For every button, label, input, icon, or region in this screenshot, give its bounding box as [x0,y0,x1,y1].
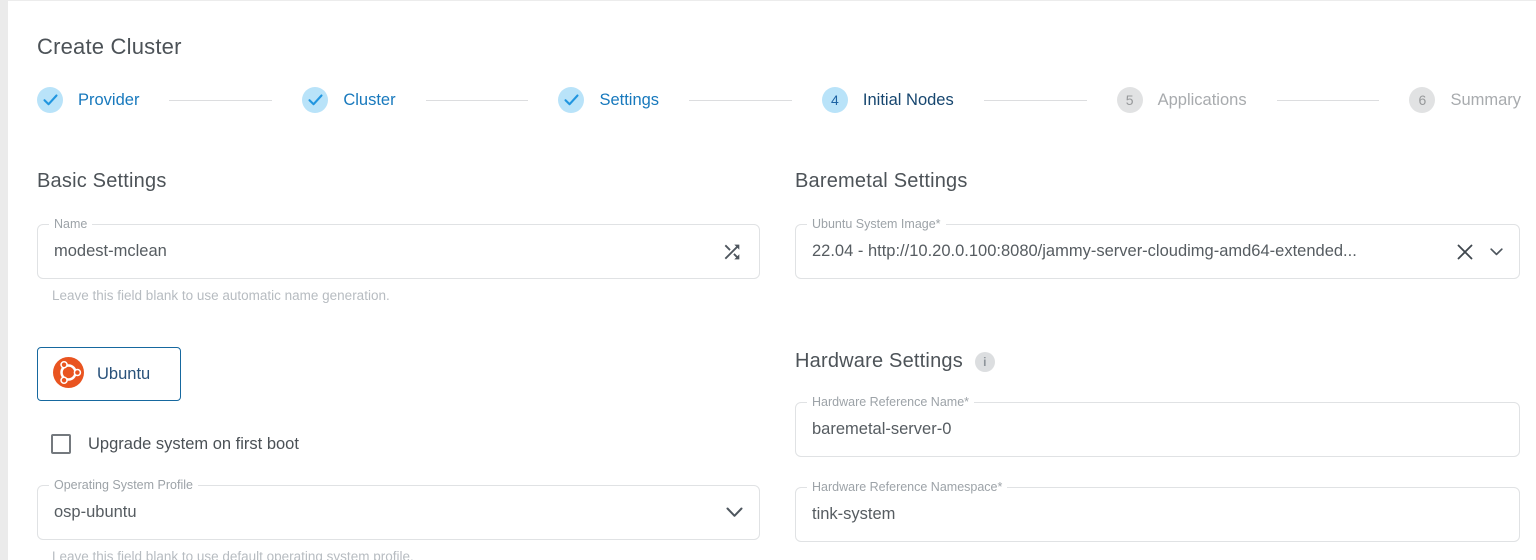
step-check-icon [37,87,63,113]
ubuntu-os-button-label: Ubuntu [97,365,150,384]
os-profile-label: Operating System Profile [49,478,198,492]
wizard-stepper: Provider Cluster Settings 4 Initial Node… [37,87,1521,113]
upgrade-checkbox[interactable] [51,434,71,454]
os-profile-helper: Leave this field blank to use default op… [52,549,760,560]
baremetal-settings-section: Baremetal Settings Ubuntu System Image* … [795,170,1520,560]
step-connector [1277,100,1380,101]
cluster-name-label: Name [49,217,92,231]
step-connector [426,100,529,101]
ubuntu-system-image-label: Ubuntu System Image* [807,217,946,231]
hardware-reference-name-value[interactable]: baremetal-server-0 [812,420,1503,439]
step-provider[interactable]: Provider [37,87,139,113]
step-number: 5 [1117,87,1143,113]
clear-icon[interactable] [1457,244,1473,260]
chevron-down-icon[interactable] [726,507,743,518]
hardware-reference-namespace-field[interactable]: Hardware Reference Namespace* tink-syste… [795,487,1520,542]
step-label: Summary [1450,91,1521,110]
step-check-icon [558,87,584,113]
ubuntu-system-image-value[interactable]: 22.04 - http://10.20.0.100:8080/jammy-se… [812,242,1440,261]
cluster-name-helper: Leave this field blank to use automatic … [52,288,760,303]
upgrade-checkbox-row[interactable]: Upgrade system on first boot [51,434,760,454]
hardware-settings-title: Hardware Settings [795,350,963,373]
os-profile-select[interactable]: Operating System Profile osp-ubuntu [37,485,760,540]
step-number: 4 [822,87,848,113]
step-connector [689,100,792,101]
step-label: Provider [78,91,139,110]
cluster-name-value[interactable]: modest-mclean [54,242,721,261]
hardware-reference-namespace-label: Hardware Reference Namespace* [807,480,1007,494]
upgrade-checkbox-label: Upgrade system on first boot [88,435,299,454]
hardware-settings-heading: Hardware Settings i [795,350,1520,373]
step-applications[interactable]: 5 Applications [1117,87,1247,113]
ubuntu-os-button[interactable]: Ubuntu [37,347,181,401]
create-cluster-wizard: Create Cluster Provider Cluster Settings… [0,1,1536,560]
basic-settings-heading: Basic Settings [37,170,760,193]
left-edge-strip [0,0,8,560]
os-profile-value[interactable]: osp-ubuntu [54,503,726,522]
step-settings[interactable]: Settings [558,87,659,113]
step-connector [984,100,1087,101]
basic-settings-section: Basic Settings Name modest-mclean Leave … [37,170,760,560]
ubuntu-logo-icon [53,357,84,391]
page-title: Create Cluster [37,34,1520,60]
wizard-content: Basic Settings Name modest-mclean Leave … [37,170,1520,560]
step-label: Settings [599,91,659,110]
hardware-reference-name-field[interactable]: Hardware Reference Name* baremetal-serve… [795,402,1520,457]
chevron-down-icon[interactable] [1490,248,1503,256]
step-number: 6 [1409,87,1435,113]
step-check-icon [302,87,328,113]
hardware-reference-name-label: Hardware Reference Name* [807,395,974,409]
step-label: Initial Nodes [863,91,954,110]
shuffle-icon[interactable] [721,241,743,263]
step-cluster[interactable]: Cluster [302,87,395,113]
step-label: Cluster [343,91,395,110]
cluster-name-field[interactable]: Name modest-mclean [37,224,760,279]
step-connector [169,100,272,101]
step-summary[interactable]: 6 Summary [1409,87,1521,113]
hardware-reference-namespace-value[interactable]: tink-system [812,505,1503,524]
step-initial-nodes[interactable]: 4 Initial Nodes [822,87,954,113]
info-icon[interactable]: i [975,352,995,372]
baremetal-settings-heading: Baremetal Settings [795,170,1520,193]
step-label: Applications [1158,91,1247,110]
ubuntu-system-image-select[interactable]: Ubuntu System Image* 22.04 - http://10.2… [795,224,1520,279]
